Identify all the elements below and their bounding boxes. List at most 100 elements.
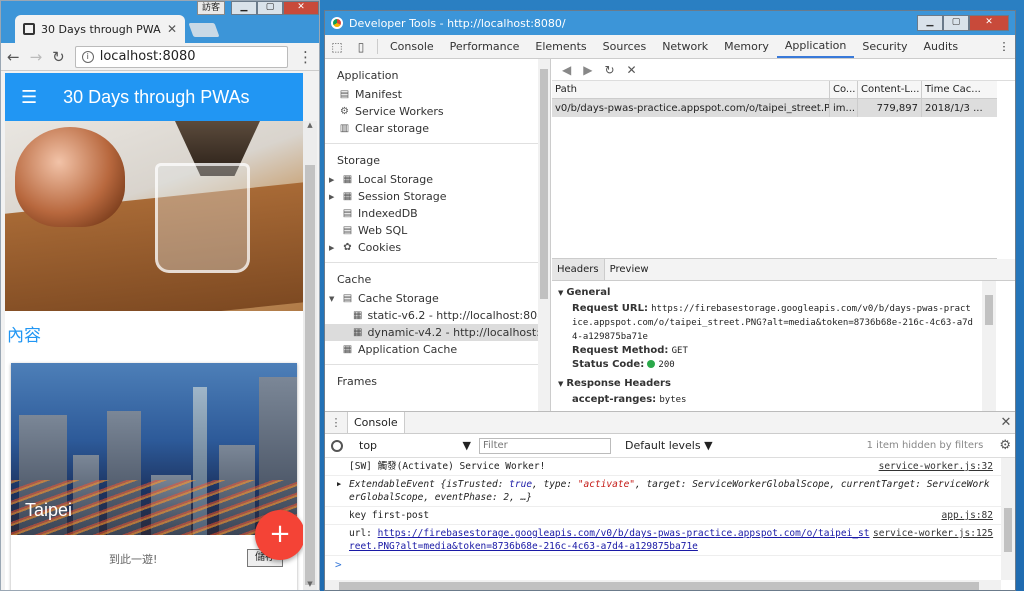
sidebar-item-cache-storage[interactable]: ▼ ▤ Cache Storage — [325, 290, 550, 307]
collapse-triangle-icon[interactable]: ▼ — [329, 295, 337, 303]
sidebar-item-web-sql[interactable]: ▤ Web SQL — [325, 222, 550, 239]
maximize-button[interactable]: ▢ — [943, 15, 969, 31]
context-selector[interactable]: top ▼ — [351, 439, 471, 452]
chrome-logo-icon — [331, 17, 343, 29]
sidebar-item-indexeddb[interactable]: ▤ IndexedDB — [325, 205, 550, 222]
response-headers-section[interactable]: ▼ Response Headers — [558, 378, 976, 389]
sidebar-item-session-storage[interactable]: ▶ ▦ Session Storage — [325, 188, 550, 205]
close-window-button[interactable]: ✕ — [283, 1, 319, 15]
forward-arrow-icon[interactable]: → — [30, 48, 43, 66]
sidebar-header-application: Application — [337, 69, 399, 82]
back-arrow-icon[interactable]: ← — [7, 48, 20, 66]
expand-triangle-icon[interactable]: ▶ — [329, 193, 337, 201]
scroll-down-icon[interactable]: ▼ — [303, 580, 317, 590]
cache-viewer: ◀ ▶ ↻ ✕ Path Co... Content-L... Time Cac… — [552, 59, 1015, 411]
tab-sources[interactable]: Sources — [595, 35, 655, 58]
reload-icon[interactable]: ↻ — [52, 48, 65, 66]
database-icon: ▤ — [342, 225, 353, 236]
table-scrollbar[interactable] — [997, 81, 1015, 259]
collapse-triangle-icon[interactable]: ▼ — [558, 289, 563, 297]
post-card: Taipei 到此一遊! 儲存 — [11, 363, 297, 590]
sidebar-item-static-cache[interactable]: ▦ static-v6.2 - http://localhost:8080 — [325, 307, 550, 324]
page-scroll-thumb[interactable] — [305, 165, 315, 585]
general-section[interactable]: ▼ General — [558, 287, 976, 298]
next-page-icon[interactable]: ▶ — [583, 63, 592, 77]
clear-console-icon[interactable] — [331, 439, 343, 452]
column-content-length[interactable]: Content-L... — [858, 81, 922, 98]
source-link[interactable]: app.js:82 — [873, 509, 993, 522]
tab-preview[interactable]: Preview — [605, 259, 654, 280]
sidebar-item-dynamic-cache[interactable]: ▦ dynamic-v4.2 - http://localhost:8080 — [325, 324, 550, 341]
sidebar-item-local-storage[interactable]: ▶ ▦ Local Storage — [325, 171, 550, 188]
info-icon[interactable]: i — [81, 50, 94, 63]
previous-page-icon[interactable]: ◀ — [562, 63, 571, 77]
tab-headers[interactable]: Headers — [552, 259, 605, 280]
grid-icon: ▦ — [342, 344, 353, 355]
tab-performance[interactable]: Performance — [442, 35, 528, 58]
column-content-type[interactable]: Co... — [830, 81, 858, 98]
console-scrollbar[interactable] — [1001, 458, 1015, 580]
address-bar[interactable]: i localhost:8080 — [74, 45, 288, 68]
tab-console[interactable]: Console — [382, 35, 442, 58]
headers-content: ▼ General Request URL: https://firebasest… — [552, 281, 982, 411]
devtools-menu-icon[interactable]: ⋮ — [993, 35, 1015, 58]
collapse-triangle-icon[interactable]: ▼ — [558, 380, 563, 388]
expand-triangle-icon[interactable]: ▶ — [329, 176, 337, 184]
console-horizontal-scrollbar[interactable] — [325, 580, 1001, 590]
column-path[interactable]: Path — [552, 81, 830, 98]
guest-profile-badge[interactable]: 訪客 — [197, 1, 226, 15]
page-scrollbar[interactable]: ▲ ▼ — [303, 121, 317, 590]
browser-menu-icon[interactable]: ⋮ — [298, 48, 313, 66]
tab-application[interactable]: Application — [776, 35, 855, 58]
status-code-row: Status Code: 200 — [572, 359, 675, 370]
inspect-element-icon[interactable]: ⬚ — [325, 35, 349, 58]
close-window-button[interactable]: ✕ — [969, 15, 1009, 31]
tab-audits[interactable]: Audits — [916, 35, 967, 58]
minimize-button[interactable]: ▁ — [231, 1, 257, 15]
card-title: Taipei — [25, 500, 73, 520]
new-tab-button[interactable] — [188, 23, 220, 37]
table-row[interactable]: v0/b/days-pwas-practice.appspot.com/o/ta… — [552, 99, 997, 117]
console-settings-gear-icon[interactable]: ⚙ — [999, 438, 1011, 453]
delete-entry-icon[interactable]: ✕ — [627, 63, 637, 77]
device-toolbar-icon[interactable]: ▯ — [349, 35, 373, 58]
expand-triangle-icon[interactable]: ▶ — [329, 244, 337, 252]
url-link[interactable]: https://firebasestorage.googleapis.com/v… — [349, 528, 870, 552]
maximize-button[interactable]: ▢ — [257, 1, 283, 15]
drawer-tab-bar: ⋮ Console ✕ — [325, 412, 1015, 434]
sidebar-item-cookies[interactable]: ▶ ✿ Cookies — [325, 239, 550, 256]
console-filter-input[interactable] — [479, 437, 611, 454]
sidebar-item-application-cache[interactable]: ▦ Application Cache — [325, 341, 550, 358]
detail-tab-bar: Headers Preview — [552, 259, 1015, 281]
add-post-fab[interactable]: + — [255, 510, 303, 560]
application-panel: Application ▤ Manifest ⚙ Service Workers… — [325, 59, 1015, 411]
drawer-menu-icon[interactable]: ⋮ — [325, 412, 347, 433]
tab-security[interactable]: Security — [854, 35, 915, 58]
browser-tab[interactable]: 30 Days through PWAs ✕ — [15, 15, 185, 43]
source-link[interactable]: service-worker.js:125 — [873, 527, 993, 553]
app-bar: ☰ 30 Days through PWAs — [5, 73, 303, 121]
hamburger-menu-icon[interactable]: ☰ — [21, 87, 37, 108]
tab-elements[interactable]: Elements — [527, 35, 594, 58]
sidebar-item-clear-storage[interactable]: ▥ Clear storage — [325, 120, 550, 137]
sidebar-item-service-workers[interactable]: ⚙ Service Workers — [325, 103, 550, 120]
drawer-tab-console[interactable]: Console — [347, 412, 405, 433]
console-message[interactable]: ▶ ExtendableEvent {isTrusted: true, type… — [325, 476, 1001, 507]
scroll-up-icon[interactable]: ▲ — [303, 121, 317, 133]
section-title: 內容 — [7, 326, 41, 346]
tab-memory[interactable]: Memory — [716, 35, 777, 58]
column-time-cached[interactable]: Time Cac... — [922, 81, 997, 98]
tab-network[interactable]: Network — [654, 35, 716, 58]
source-link[interactable]: service-worker.js:32 — [873, 460, 993, 473]
sidebar-scrollbar[interactable] — [538, 59, 550, 411]
minimize-button[interactable]: ▁ — [917, 15, 943, 31]
console-prompt[interactable]: > — [325, 556, 1001, 573]
expand-object-icon[interactable]: ▶ — [337, 478, 349, 504]
sidebar-item-manifest[interactable]: ▤ Manifest — [325, 86, 550, 103]
headers-scrollbar[interactable] — [982, 281, 996, 411]
close-tab-icon[interactable]: ✕ — [167, 22, 177, 36]
log-levels-dropdown[interactable]: Default levels ▼ — [625, 439, 713, 452]
close-drawer-icon[interactable]: ✕ — [995, 412, 1015, 433]
refresh-icon[interactable]: ↻ — [604, 63, 614, 77]
cookie-icon: ✿ — [343, 242, 352, 253]
